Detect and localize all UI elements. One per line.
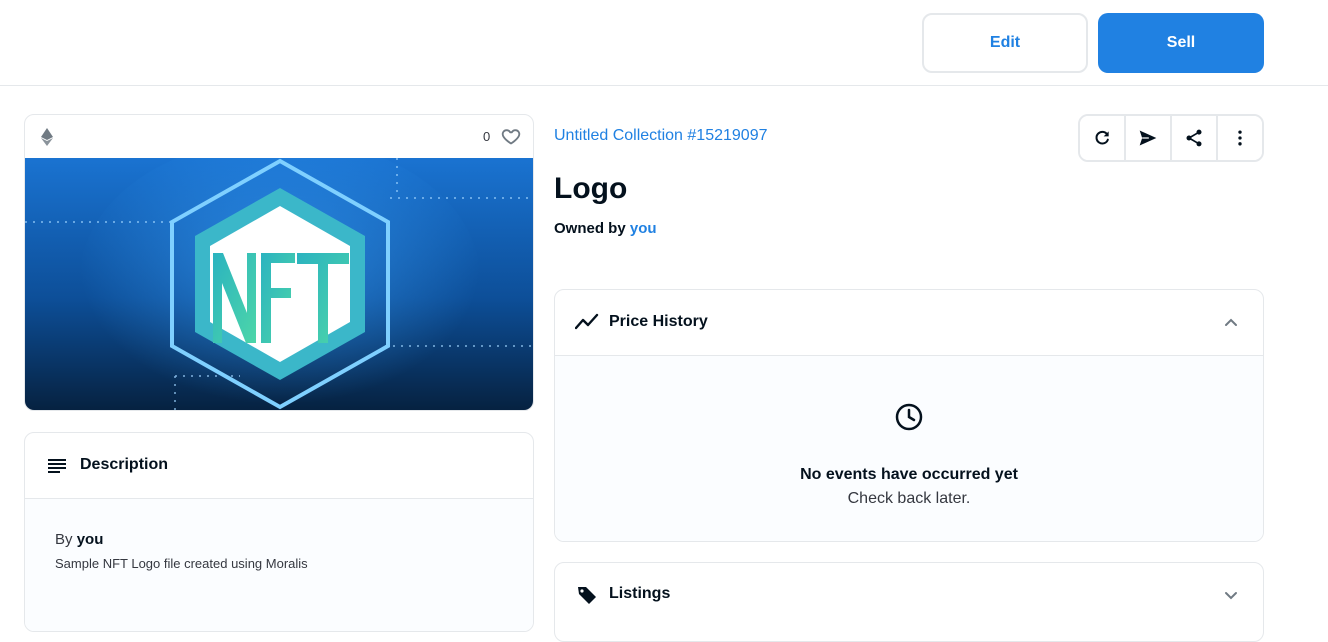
more-options-button[interactable] [1218,116,1262,160]
by-prefix: By [55,531,73,548]
creator-line: By you [55,531,103,548]
edit-button[interactable]: Edit [922,13,1088,73]
refresh-button[interactable] [1080,116,1126,160]
favorite-count: 0 [483,129,491,144]
price-history-title: Price History [609,313,708,330]
description-panel: Description By you Sample NFT Logo file … [24,432,534,632]
item-actions-group [1078,114,1264,162]
item-title: Logo [554,172,628,205]
tag-icon [578,587,596,604]
top-action-bar: Edit Sell [0,0,1328,86]
list-icon [48,459,66,473]
sell-button[interactable]: Sell [1098,13,1264,73]
ethereum-icon [41,128,53,146]
description-title: Description [80,456,169,473]
owner-line: Owned by you [554,220,657,237]
trending-up-icon [575,313,599,330]
send-icon [1139,130,1157,146]
price-history-panel: Price History No events have occurred ye… [554,289,1264,542]
collection-link[interactable]: Untitled Collection #15219097 [554,127,767,145]
chevron-up-icon[interactable] [1223,314,1239,330]
description-body: By you Sample NFT Logo file created usin… [25,499,533,631]
chevron-down-icon[interactable] [1223,587,1239,603]
media-header: 0 [25,115,533,158]
share-icon [1186,129,1202,147]
heart-icon[interactable] [501,126,521,146]
price-history-body: No events have occurred yet Check back l… [555,356,1263,541]
description-header[interactable]: Description [25,433,533,499]
empty-state-subtitle: Check back later. [847,490,971,507]
refresh-icon [1095,130,1109,145]
description-text: Sample NFT Logo file created using Moral… [55,556,308,571]
nft-image[interactable] [25,158,534,411]
price-history-header[interactable]: Price History [555,290,1263,356]
more-vertical-icon [1238,130,1242,146]
transfer-button[interactable] [1126,116,1172,160]
clock-icon [895,403,923,431]
empty-state-title: No events have occurred yet [800,466,1018,483]
listings-panel[interactable]: Listings [554,562,1264,642]
owned-by-prefix: Owned by [554,220,626,237]
share-button[interactable] [1172,116,1218,160]
owner-link[interactable]: you [630,220,657,237]
creator-link[interactable]: you [77,531,104,548]
listings-title: Listings [609,585,671,602]
nft-media-card: 0 [24,114,534,411]
